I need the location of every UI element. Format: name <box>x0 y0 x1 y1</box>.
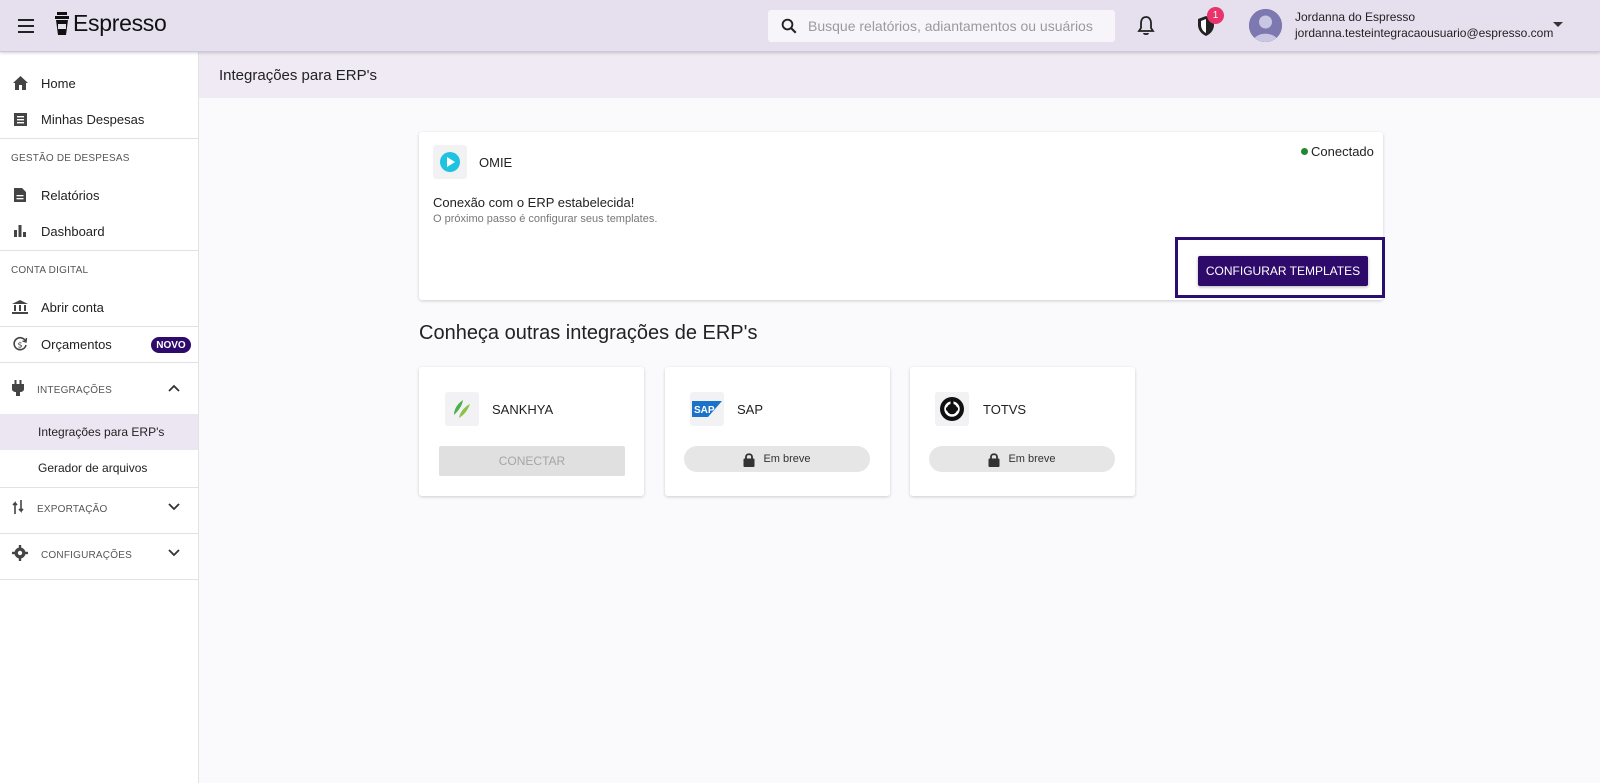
status-badge: Conectado <box>1311 144 1374 159</box>
totvs-logo <box>935 392 969 426</box>
sidebar-item-label: Dashboard <box>41 223 105 239</box>
sidebar-group-exportacao[interactable]: EXPORTAÇÃO <box>0 489 198 529</box>
erp-name-sap: SAP <box>737 402 764 417</box>
coming-soon-label: Em breve <box>763 453 811 465</box>
erp-name-sankhya: SANKHYA <box>492 402 554 417</box>
divider <box>0 138 198 139</box>
sidebar-item-relatorios[interactable]: Relatórios <box>0 177 198 213</box>
sidebar-item-label: Gerador de arquivos <box>38 461 148 475</box>
configure-templates-button[interactable]: CONFIGURAR TEMPLATES <box>1198 256 1368 286</box>
budget-sync-icon: $ <box>12 336 28 352</box>
page-header <box>199 52 1600 98</box>
connection-message-subtitle: O próximo passo é configurar seus templa… <box>433 213 658 225</box>
divider <box>0 362 198 363</box>
sidebar-group-integracoes[interactable]: INTEGRAÇÕES <box>0 370 198 410</box>
sankhya-leaf-icon <box>454 400 470 418</box>
sidebar-item-integracoes-erp[interactable]: Integrações para ERP's <box>0 414 198 450</box>
divider <box>0 250 198 251</box>
sankhya-logo <box>445 392 479 426</box>
divider <box>0 579 198 580</box>
svg-text:$: $ <box>17 341 22 350</box>
plug-icon <box>12 379 24 401</box>
import-export-icon <box>12 499 24 519</box>
connect-button[interactable]: CONECTAR <box>439 446 625 476</box>
page-title: Integrações para ERP's <box>219 67 377 84</box>
sidebar-group-label: INTEGRAÇÕES <box>37 384 112 396</box>
sidebar-item-label: Orçamentos <box>41 336 112 352</box>
totvs-logo-icon <box>940 397 964 421</box>
sap-logo: SAP <box>690 392 724 426</box>
lock-icon <box>743 452 755 467</box>
other-integrations-title: Conheça outras integrações de ERP's <box>419 322 758 344</box>
sidebar-item-home[interactable]: Home <box>0 65 198 101</box>
notification-badge: 1 <box>1207 7 1224 24</box>
omie-logo <box>433 145 467 179</box>
sidebar-item-gerador[interactable]: Gerador de arquivos <box>0 450 198 486</box>
chevron-up-icon[interactable] <box>168 384 180 392</box>
erp-card-sankhya <box>419 367 644 496</box>
omie-play-icon <box>440 152 460 172</box>
user-email: jordanna.testeintegracaousuario@espresso… <box>1295 26 1554 40</box>
avatar[interactable] <box>1249 9 1282 42</box>
document-icon <box>12 187 28 203</box>
section-label-conta: CONTA DIGITAL <box>11 265 89 276</box>
top-bar: Espresso 1 Jordanna do Espresso jordanna… <box>0 0 1600 52</box>
sidebar-group-configuracoes[interactable]: CONFIGURAÇÕES <box>0 535 198 575</box>
erp-card-totvs <box>910 367 1135 496</box>
gear-icon <box>12 544 28 566</box>
sap-logo-icon: SAP <box>692 401 722 417</box>
app-logo[interactable]: Espresso <box>54 10 167 37</box>
section-label-gestao: GESTÃO DE DESPESAS <box>11 153 130 164</box>
new-badge: NOVO <box>151 337 191 353</box>
erp-name-omie: OMIE <box>479 155 513 170</box>
chevron-down-icon[interactable] <box>168 503 180 511</box>
svg-text:SAP: SAP <box>694 405 715 416</box>
bar-chart-icon <box>12 223 28 239</box>
erp-card-sap <box>665 367 890 496</box>
bank-icon <box>12 299 28 315</box>
sidebar-item-label: Minhas Despesas <box>41 111 145 127</box>
user-avatar-icon <box>1249 9 1282 42</box>
sidebar-item-dashboard[interactable]: Dashboard <box>0 213 198 249</box>
sidebar: Home Minhas Despesas GESTÃO DE DESPESAS … <box>0 52 199 783</box>
caret-down-icon[interactable] <box>1553 22 1563 27</box>
sidebar-item-label: Integrações para ERP's <box>38 425 165 439</box>
sidebar-item-label: Abrir conta <box>41 299 104 315</box>
lock-icon <box>988 452 1000 467</box>
divider <box>0 533 198 534</box>
divider <box>0 487 198 488</box>
sidebar-item-label: Home <box>41 75 76 91</box>
coming-soon-pill: Em breve <box>929 446 1115 472</box>
hamburger-menu-icon[interactable] <box>14 14 38 38</box>
coming-soon-label: Em breve <box>1008 453 1056 465</box>
chevron-down-icon[interactable] <box>168 549 180 557</box>
list-icon <box>12 111 28 127</box>
user-name: Jordanna do Espresso <box>1295 10 1416 24</box>
sidebar-item-label: Relatórios <box>41 187 100 203</box>
sidebar-group-label: EXPORTAÇÃO <box>37 503 108 515</box>
status-dot <box>1301 148 1308 155</box>
coffee-cup-icon <box>55 11 69 35</box>
sidebar-item-minhas-despesas[interactable]: Minhas Despesas <box>0 101 198 137</box>
search-icon <box>781 18 797 34</box>
erp-name-totvs: TOTVS <box>983 402 1027 417</box>
search-bar[interactable] <box>768 10 1115 42</box>
sidebar-item-abrir-conta[interactable]: Abrir conta <box>0 289 198 325</box>
home-icon <box>12 75 28 91</box>
notification-bell-icon[interactable] <box>1134 14 1158 38</box>
connection-message-title: Conexão com o ERP estabelecida! <box>433 195 635 210</box>
sidebar-group-label: CONFIGURAÇÕES <box>41 549 132 561</box>
search-input[interactable] <box>808 18 1108 34</box>
coming-soon-pill: Em breve <box>684 446 870 472</box>
app-name: Espresso <box>73 10 167 36</box>
